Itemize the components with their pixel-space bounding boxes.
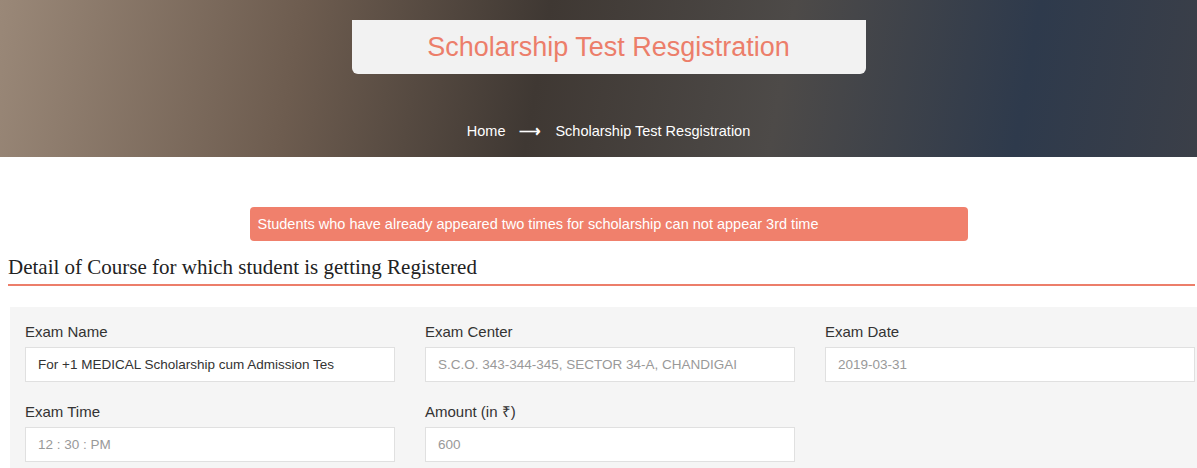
breadcrumb-separator: ⟶	[519, 122, 541, 140]
form-panel: Exam Name For +1 MEDICAL Scholarship cum…	[10, 307, 1197, 468]
field-label: Exam Date	[825, 323, 1195, 340]
banner: Scholarship Test Resgistration Home ⟶ Sch…	[0, 0, 1197, 157]
field-label: Exam Name	[25, 323, 395, 340]
page: Scholarship Test Resgistration Home ⟶ Sch…	[0, 0, 1197, 468]
field-input: 600	[425, 427, 795, 462]
breadcrumb: Home ⟶ Scholarship Test Resgistration	[467, 122, 750, 140]
form-field: Exam Name For +1 MEDICAL Scholarship cum…	[25, 323, 395, 382]
field-label: Amount (in ₹)	[425, 403, 795, 420]
field-input: 12 : 30 : PM	[25, 427, 395, 462]
form-field: Amount (in ₹) 600	[425, 403, 795, 462]
title-box: Scholarship Test Resgistration	[352, 20, 866, 74]
breadcrumb-item: Scholarship Test Resgistration	[555, 123, 750, 139]
form-field: Exam Time 12 : 30 : PM	[25, 403, 395, 462]
field-input: S.C.O. 343-344-345, SECTOR 34-A, CHANDIG…	[425, 347, 795, 382]
field-input: 2019-03-31	[825, 347, 1195, 382]
field-label: Exam Center	[425, 323, 795, 340]
form-field: Exam Center S.C.O. 343-344-345, SECTOR 3…	[425, 323, 795, 382]
alert: Students who have already appeared two t…	[250, 207, 968, 241]
field-label: Exam Time	[25, 403, 395, 420]
section-heading: Detail of Course for which student is ge…	[8, 255, 1195, 286]
field-input[interactable]: For +1 MEDICAL Scholarship cum Admission…	[25, 347, 395, 382]
form-field: Exam Date 2019-03-31	[825, 323, 1195, 382]
breadcrumb-item[interactable]: Home	[467, 123, 506, 139]
page-title: Scholarship Test Resgistration	[427, 32, 790, 63]
